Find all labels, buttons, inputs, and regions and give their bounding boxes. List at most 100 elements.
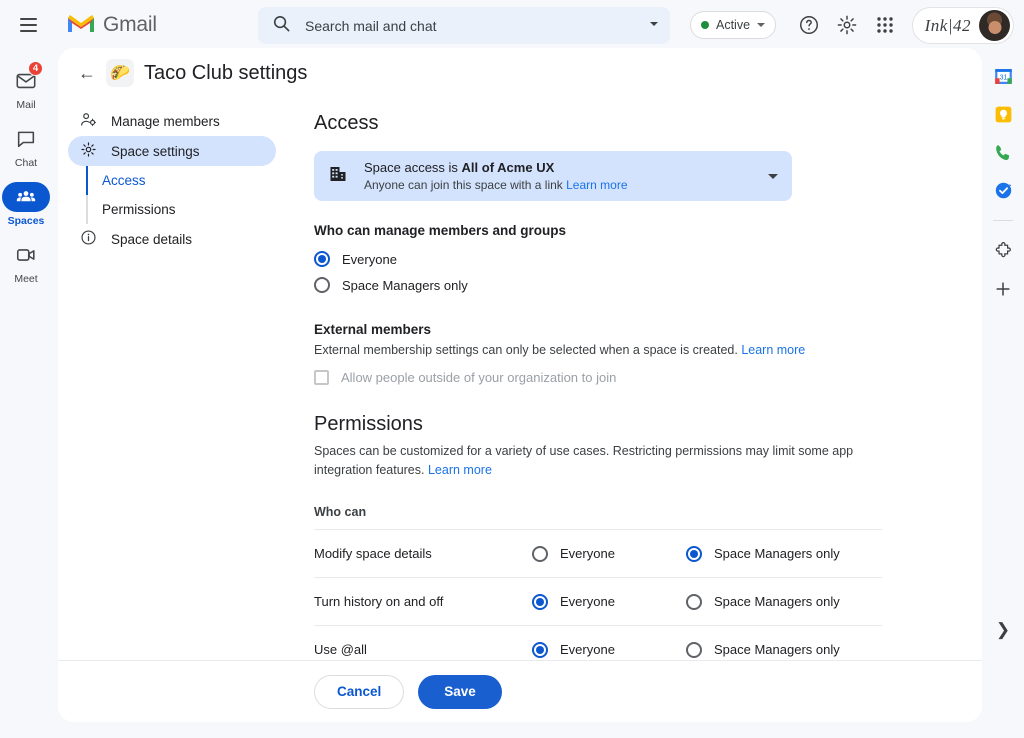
account-pill[interactable]: Ink|42: [912, 7, 1014, 44]
table-row: Modify space details Everyone Space Mana…: [314, 530, 882, 578]
permissions-heading: Permissions: [314, 413, 938, 436]
plus-icon[interactable]: [991, 277, 1015, 301]
nav-subitem-access[interactable]: Access: [86, 166, 290, 195]
radio-label: Space Managers only: [342, 278, 468, 293]
search-bar[interactable]: [258, 7, 670, 44]
chevron-down-icon[interactable]: [648, 17, 660, 35]
rail-divider: [993, 220, 1013, 221]
radio-icon[interactable]: [686, 594, 702, 610]
radio-label: Space Managers only: [714, 642, 840, 657]
sidebar-item-label: Mail: [16, 99, 35, 111]
radio-icon[interactable]: [686, 642, 702, 658]
nav-item-space-details[interactable]: Space details: [68, 224, 276, 254]
radio-icon[interactable]: [314, 277, 330, 293]
radio-icon[interactable]: [314, 251, 330, 267]
permission-name: Modify space details: [314, 546, 532, 561]
gmail-brand[interactable]: Gmail: [66, 12, 157, 39]
permission-option-everyone[interactable]: Everyone: [532, 594, 686, 610]
chevron-down-icon[interactable]: [768, 174, 778, 179]
nav-subitem-permissions[interactable]: Permissions: [86, 195, 290, 224]
radio-icon[interactable]: [532, 642, 548, 658]
help-icon[interactable]: [792, 8, 826, 42]
nav-item-manage-members[interactable]: Manage members: [68, 106, 276, 136]
sidebar-item-label: Chat: [15, 157, 37, 169]
access-heading: Access: [314, 112, 938, 135]
permission-option-managers[interactable]: Space Managers only: [686, 594, 840, 610]
contacts-phone-icon[interactable]: [991, 140, 1015, 164]
mail-icon: 4: [2, 66, 50, 96]
external-description-text: External membership settings can only be…: [314, 343, 741, 357]
sidebar-item-spaces[interactable]: Spaces: [0, 176, 52, 232]
search-input[interactable]: [303, 17, 648, 35]
avatar[interactable]: [979, 10, 1010, 41]
learn-more-link[interactable]: Learn more: [741, 343, 805, 357]
page-title: Taco Club settings: [144, 62, 307, 85]
permissions-table: Modify space details Everyone Space Mana…: [314, 529, 882, 674]
calendar-icon[interactable]: 31: [991, 64, 1015, 88]
meet-icon: [2, 240, 50, 270]
top-icon-group: [792, 8, 902, 42]
banner-text-block: Space access is All of Acme UX Anyone ca…: [364, 159, 752, 193]
chat-icon: [2, 124, 50, 154]
permission-option-managers[interactable]: Space Managers only: [686, 546, 840, 562]
learn-more-link[interactable]: Learn more: [566, 178, 627, 192]
manage-option-everyone[interactable]: Everyone: [314, 246, 938, 272]
nav-item-label: Space settings: [111, 144, 200, 159]
cancel-button[interactable]: Cancel: [314, 675, 404, 709]
chevron-down-icon[interactable]: [757, 23, 765, 27]
permission-option-managers[interactable]: Space Managers only: [686, 642, 840, 658]
tasks-icon[interactable]: [991, 178, 1015, 202]
table-row: Turn history on and off Everyone Space M…: [314, 578, 882, 626]
permissions-description: Spaces can be customized for a variety o…: [314, 442, 874, 480]
nav-item-space-settings[interactable]: Space settings: [68, 136, 276, 166]
chevron-right-icon[interactable]: ❯: [982, 610, 1024, 650]
radio-icon[interactable]: [686, 546, 702, 562]
svg-text:31: 31: [999, 74, 1007, 81]
mail-unread-badge: 4: [28, 61, 43, 76]
manage-members-icon: [80, 111, 97, 131]
sidebar-item-label: Meet: [14, 273, 37, 285]
nav-item-label: Manage members: [111, 114, 220, 129]
permission-option-everyone[interactable]: Everyone: [532, 546, 686, 562]
gmail-brand-label: Gmail: [103, 13, 157, 37]
nav-subitem-label: Access: [102, 173, 146, 188]
apps-grid-icon[interactable]: [868, 8, 902, 42]
checkbox-label: Allow people outside of your organizatio…: [341, 370, 616, 385]
permission-option-everyone[interactable]: Everyone: [532, 642, 686, 658]
radio-label: Everyone: [342, 252, 397, 267]
status-dot-icon: [701, 21, 709, 29]
keep-icon[interactable]: [991, 102, 1015, 126]
banner-line-2: Anyone can join this space with a link L…: [364, 177, 752, 193]
space-access-banner[interactable]: Space access is All of Acme UX Anyone ca…: [314, 151, 792, 201]
banner-line2-text: Anyone can join this space with a link: [364, 178, 566, 192]
manage-option-managers[interactable]: Space Managers only: [314, 272, 938, 298]
external-members-description: External membership settings can only be…: [314, 341, 874, 360]
sidebar-item-chat[interactable]: Chat: [0, 118, 52, 174]
gmail-logo-icon: [66, 12, 96, 39]
spaces-icon: [2, 182, 50, 212]
building-icon: [328, 164, 348, 189]
radio-label: Everyone: [560, 594, 615, 609]
puzzle-addon-icon[interactable]: [991, 239, 1015, 263]
gear-icon: [80, 141, 97, 161]
info-icon: [80, 229, 97, 249]
permission-name: Use @all: [314, 642, 532, 657]
radio-icon[interactable]: [532, 594, 548, 610]
left-app-rail: 4 Mail Chat: [0, 50, 52, 738]
radio-label: Everyone: [560, 642, 615, 657]
radio-icon[interactable]: [532, 546, 548, 562]
gmail-spaces-settings-window: Gmail Active: [0, 0, 1024, 738]
status-badge[interactable]: Active: [690, 11, 776, 39]
settings-footer: Cancel Save: [58, 660, 982, 722]
gear-icon[interactable]: [830, 8, 864, 42]
settings-nav: Manage members Space settings Access: [58, 98, 290, 684]
banner-line-1: Space access is All of Acme UX: [364, 159, 752, 177]
sidebar-item-mail[interactable]: 4 Mail: [0, 60, 52, 116]
hamburger-icon[interactable]: [8, 5, 48, 45]
learn-more-link[interactable]: Learn more: [428, 463, 492, 477]
back-arrow-icon[interactable]: ←: [72, 58, 102, 88]
permissions-description-text: Spaces can be customized for a variety o…: [314, 444, 853, 477]
card-body: Manage members Space settings Access: [58, 98, 982, 684]
save-button[interactable]: Save: [418, 675, 502, 709]
sidebar-item-meet[interactable]: Meet: [0, 234, 52, 290]
